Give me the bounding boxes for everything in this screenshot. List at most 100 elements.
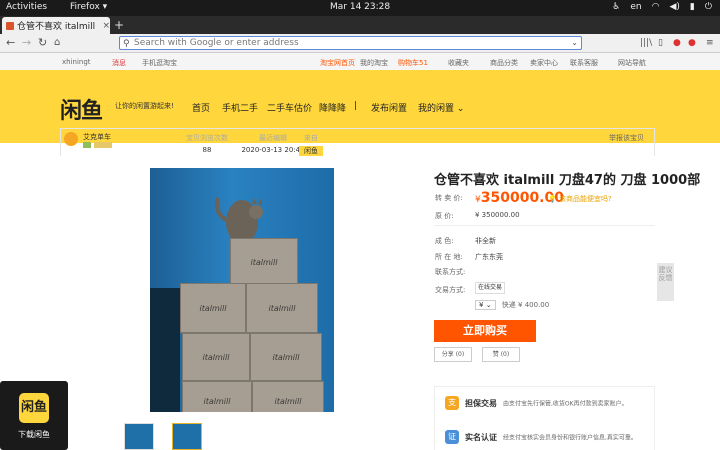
volume-icon: ◀) — [669, 2, 680, 12]
web-page: xhiningt 消息 手机逛淘宝 淘宝网首页 我的淘宝 购物车51 收藏夹 商… — [0, 53, 720, 450]
extension-icon[interactable]: ● — [673, 38, 681, 48]
category-link[interactable]: 商品分类 — [490, 58, 518, 68]
shipping-row: ¥ ⌄ 快递 ¥ 400.00 — [475, 300, 549, 310]
box-top: italmill — [230, 238, 298, 286]
app-menu[interactable]: Firefox ▾ — [70, 2, 107, 12]
sidebar-icon[interactable]: ▯ — [658, 38, 663, 48]
my-taobao-link[interactable]: 我的淘宝 — [360, 58, 388, 68]
like-button[interactable]: 赞 (0) — [482, 347, 520, 362]
adblock-icon[interactable]: ● — [688, 38, 696, 48]
shipping-value: ¥ 400.00 — [518, 301, 550, 309]
views-stat: 宝贝浏览次数 88 — [179, 133, 235, 154]
menu-publish[interactable]: 发布闲置 — [371, 101, 407, 114]
close-tab-icon[interactable]: × — [102, 21, 110, 31]
photo-shadow — [150, 288, 180, 412]
seller-bar: 艾克单车 宝贝浏览次数 88 最近编辑 2020-03-13 20:49 来自 … — [60, 128, 655, 156]
tab-bar: 仓管不喜欢 italmill × + — [0, 16, 720, 34]
clock[interactable]: Mar 14 23:28 — [330, 2, 390, 12]
menu-drop[interactable]: 降降降 — [319, 101, 346, 114]
bulb-icon: 💡 — [548, 195, 557, 203]
site-nav-link[interactable]: 网站导航 — [618, 58, 646, 68]
thumbnail-2[interactable] — [172, 423, 202, 450]
quantity-value: ¥ — [479, 301, 484, 309]
location-value: 广东东莞 — [475, 253, 503, 261]
assure-row-escrow: 支担保交易 由支付宝先行保管,收货OK再付款到卖家账户。 — [445, 396, 628, 410]
seller-badge-icon — [83, 142, 91, 148]
assure-name: 担保交易 — [465, 398, 497, 408]
user-link[interactable]: xhiningt — [62, 58, 91, 66]
main-product-photo[interactable]: italmill italmill italmill italmill ital… — [150, 168, 334, 412]
activities-button[interactable]: Activities — [6, 2, 47, 12]
divider — [434, 225, 655, 226]
menu-icon[interactable]: ≡ — [706, 38, 714, 48]
taobao-home-link[interactable]: 淘宝网首页 — [320, 58, 355, 68]
share-button[interactable]: 分享 (0) — [434, 347, 472, 362]
system-tray[interactable]: ♿ en ◠ ◀) ▮ ⏻ — [612, 2, 712, 12]
box-low-left: italmill — [182, 333, 250, 381]
id-card-icon: 证 — [445, 430, 459, 444]
back-icon[interactable]: ← — [6, 36, 15, 50]
new-tab-button[interactable]: + — [114, 17, 124, 33]
report-link[interactable]: 举报该宝贝 — [609, 133, 644, 143]
tab-title: 仓管不喜欢 italmill — [17, 22, 96, 32]
power-icon: ⏻ — [704, 2, 712, 12]
language-indicator[interactable]: en — [630, 2, 641, 12]
mobile-link[interactable]: 手机逛淘宝 — [142, 58, 177, 68]
xianyu-logo[interactable]: 闲鱼 — [60, 93, 103, 125]
menu-home[interactable]: 首页 — [192, 101, 210, 114]
chevron-down-icon[interactable]: ⌄ — [571, 37, 578, 49]
box-low-right: italmill — [250, 333, 322, 381]
message-link[interactable]: 消息 — [112, 58, 126, 68]
address-placeholder: Search with Google or enter address — [134, 38, 299, 48]
menu-phone[interactable]: 手机二手 — [222, 101, 258, 114]
avatar[interactable] — [64, 132, 78, 146]
cart-link[interactable]: 购物车51 — [398, 58, 428, 68]
quantity-select[interactable]: ¥ ⌄ — [475, 300, 496, 310]
seller-level-icon — [94, 142, 112, 148]
assure-desc: 经支付宝核实会员身份和银行账户信息,真实可靠。 — [503, 434, 637, 442]
trade-online-option[interactable]: 在线交易 — [475, 282, 505, 294]
lower-price-text: 该商品能便宜吗? — [558, 195, 612, 203]
seller-center-link[interactable]: 卖家中心 — [530, 58, 558, 68]
buy-now-button[interactable]: 立即购买 — [434, 320, 536, 342]
wifi-icon: ◠ — [651, 2, 660, 12]
reload-icon[interactable]: ↻ — [38, 36, 47, 50]
nav-bar: ← → ↻ ⌂ ⚲ Search with Google or enter ad… — [0, 34, 720, 53]
assure-desc: 由支付宝先行保管,收货OK再付款到卖家账户。 — [503, 400, 628, 408]
trade-label: 交易方式: — [435, 286, 466, 294]
feedback-tab[interactable]: 建议反馈 — [657, 263, 674, 301]
views-value: 88 — [202, 146, 212, 154]
menu-my-items-label: 我的闲置 — [418, 104, 455, 114]
location-label: 所 在 地: — [435, 253, 463, 261]
search-icon: ⚲ — [123, 39, 130, 49]
address-bar[interactable]: ⚲ Search with Google or enter address ⌄ — [119, 36, 582, 50]
tab-active[interactable]: 仓管不喜欢 italmill × — [2, 17, 110, 34]
alipay-icon: 支 — [445, 396, 459, 410]
favorites-link[interactable]: 收藏夹 — [448, 58, 469, 68]
site-top-nav: xhiningt 消息 手机逛淘宝 淘宝网首页 我的淘宝 购物车51 收藏夹 商… — [0, 53, 720, 70]
app-name: Firefox — [70, 2, 100, 12]
from-label: 来自 — [304, 134, 318, 142]
box-bottom-right: italmill — [252, 381, 324, 412]
favicon-icon — [6, 21, 14, 30]
assure-name: 实名认证 — [465, 432, 497, 442]
library-icon[interactable]: |||\ — [640, 38, 652, 48]
lower-price-link[interactable]: 💡 该商品能便宜吗? — [548, 194, 612, 204]
download-app-panel[interactable]: 闲鱼 下载闲鱼 — [0, 381, 68, 450]
menu-divider: | — [354, 101, 358, 111]
home-icon[interactable]: ⌂ — [54, 36, 60, 50]
box-bottom-left: italmill — [182, 381, 252, 412]
accessibility-icon[interactable]: ♿ — [612, 2, 620, 12]
orig-price-label: 原 价: — [435, 212, 454, 220]
price-label: 转 卖 价: — [435, 194, 463, 202]
thumbnail-1[interactable] — [124, 423, 154, 450]
from-stat: 来自 闲鱼 — [299, 133, 323, 156]
menu-car[interactable]: 二手车估价 — [267, 101, 312, 114]
item-title: 仓管不喜欢 italmill 刀盘47的 刀盘 1000部 — [434, 173, 701, 188]
seller-name[interactable]: 艾克单车 — [83, 132, 111, 142]
slogan: 让你的闲置游起来! — [115, 102, 174, 110]
views-label: 宝贝浏览次数 — [186, 134, 228, 142]
forward-icon[interactable]: → — [22, 36, 31, 50]
service-link[interactable]: 联系客服 — [570, 58, 598, 68]
menu-my-items[interactable]: 我的闲置 ⌄ — [418, 101, 464, 114]
